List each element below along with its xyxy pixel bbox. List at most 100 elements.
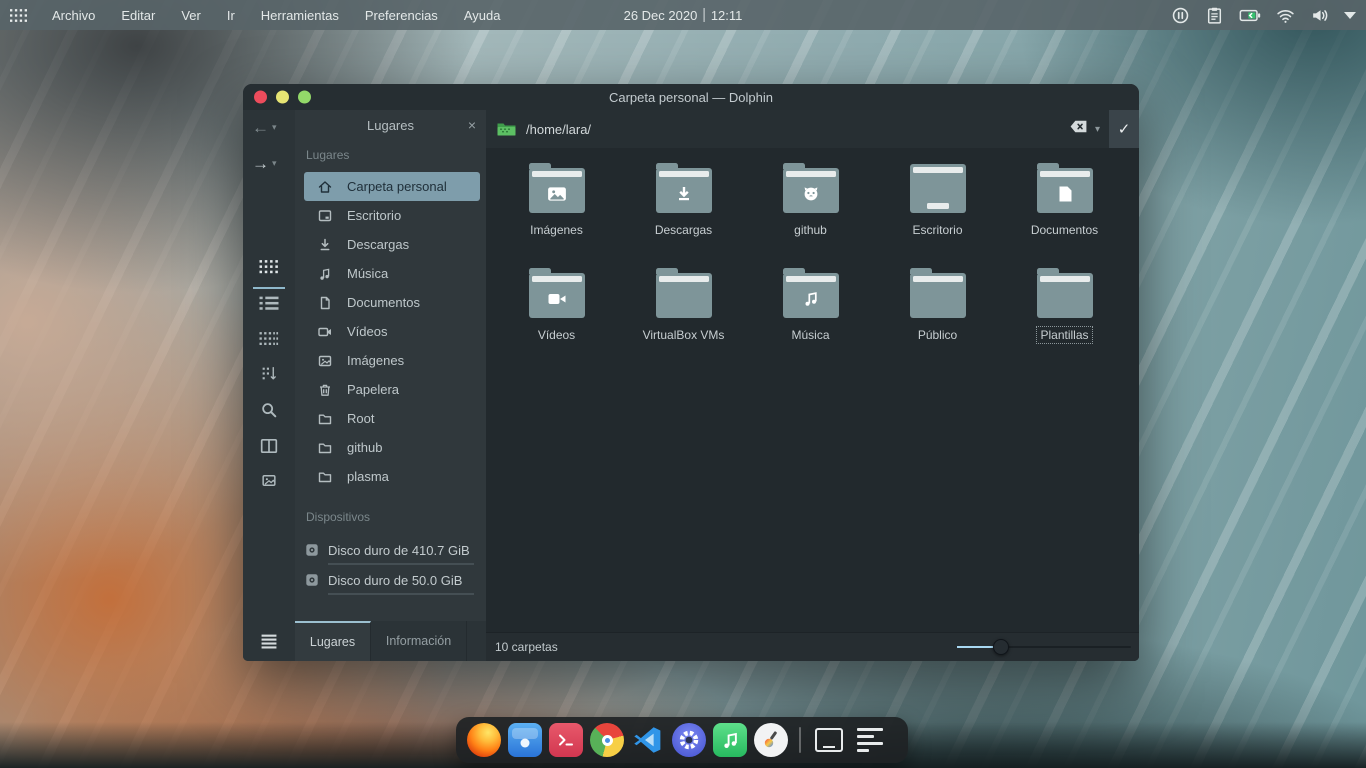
hard-drive-icon — [304, 572, 320, 588]
file-manager-icon[interactable] — [508, 723, 542, 757]
list-view-button[interactable] — [260, 296, 279, 311]
media-pause-icon[interactable] — [1171, 6, 1190, 25]
tab-informacion[interactable]: Información — [371, 621, 467, 661]
task-manager-icon[interactable] — [857, 728, 885, 752]
menu-herramientas[interactable]: Herramientas — [248, 0, 352, 30]
place-root[interactable]: Root — [304, 404, 480, 433]
place-label: Escritorio — [347, 208, 401, 223]
accept-location-button[interactable]: ✓ — [1109, 110, 1139, 148]
location-bar-controls: ▾ ✓ — [1069, 110, 1139, 148]
menu-archivo[interactable]: Archivo — [39, 0, 108, 30]
music-player-icon[interactable] — [713, 723, 747, 757]
split-view-button[interactable] — [260, 437, 278, 455]
location-dropdown-icon[interactable]: ▾ — [1095, 124, 1100, 135]
folder-descargas[interactable]: Descargas — [620, 162, 747, 237]
battery-icon[interactable] — [1239, 8, 1261, 23]
place-label: Descargas — [347, 237, 409, 252]
home-folder-icon — [497, 122, 516, 137]
volume-icon[interactable] — [1310, 7, 1329, 24]
location-bar[interactable]: /home/lara/ ▾ ✓ — [486, 110, 1139, 148]
menu-preferencias[interactable]: Preferencias — [352, 0, 451, 30]
folder-plantillas[interactable]: Plantillas — [1001, 267, 1128, 342]
place-plasma[interactable]: plasma — [304, 462, 480, 491]
place-label: Música — [347, 266, 388, 281]
status-text: 10 carpetas — [495, 640, 558, 654]
menu-ayuda[interactable]: Ayuda — [451, 0, 514, 30]
places-panel-header[interactable]: Lugares × — [295, 110, 486, 140]
place-descargas[interactable]: Descargas — [304, 230, 480, 259]
system-settings-icon[interactable] — [672, 723, 706, 757]
folder-virtualbox-vms[interactable]: VirtualBox VMs — [620, 267, 747, 342]
folder-imagenes[interactable]: Imágenes — [493, 162, 620, 237]
folder-escritorio[interactable]: Escritorio — [874, 162, 1001, 237]
place-escritorio[interactable]: Escritorio — [304, 201, 480, 230]
menu-editar[interactable]: Editar — [108, 0, 168, 30]
folder-documentos[interactable]: Documentos — [1001, 162, 1128, 237]
clear-location-icon[interactable] — [1069, 119, 1088, 139]
device-disk-2[interactable]: Disco duro de 50.0 GiB — [304, 568, 474, 592]
system-tray — [1171, 0, 1356, 30]
folder-label: Vídeos — [538, 328, 575, 342]
place-carpeta-personal[interactable]: Carpeta personal — [304, 172, 480, 201]
place-imagenes[interactable]: Imágenes — [304, 346, 480, 375]
wifi-icon[interactable] — [1276, 7, 1295, 24]
maximize-window-button[interactable] — [298, 91, 311, 104]
clipboard-icon[interactable] — [1205, 6, 1224, 25]
minimize-window-button[interactable] — [276, 91, 289, 104]
menu-ir[interactable]: Ir — [214, 0, 248, 30]
forward-history-caret-icon[interactable]: ▾ — [272, 158, 277, 169]
place-videos[interactable]: Vídeos — [304, 317, 480, 346]
window-titlebar[interactable]: Carpeta personal — Dolphin — [243, 84, 1139, 110]
show-desktop-icon[interactable] — [815, 728, 843, 752]
place-musica[interactable]: Música — [304, 259, 480, 288]
close-panel-icon[interactable]: × — [468, 117, 476, 133]
folder-view[interactable]: Imágenes Descargas github — [486, 148, 1139, 632]
icons-view-button[interactable] — [260, 260, 279, 275]
firefox-icon[interactable] — [467, 723, 501, 757]
folder-musica[interactable]: Música — [747, 267, 874, 342]
window-title: Carpeta personal — Dolphin — [609, 90, 773, 105]
device-disk-1[interactable]: Disco duro de 410.7 GiB — [304, 538, 474, 562]
hard-drive-icon — [304, 542, 320, 558]
zoom-slider[interactable] — [957, 638, 1131, 656]
back-history-caret-icon[interactable]: ▾ — [272, 122, 277, 133]
clock-date: 26 Dec 2020 — [624, 8, 698, 23]
chrome-icon[interactable] — [590, 723, 624, 757]
devices-section-label: Dispositivos — [306, 510, 370, 524]
menu-ver[interactable]: Ver — [168, 0, 214, 30]
folder-label: Plantillas — [1038, 328, 1090, 342]
folder-label: Escritorio — [912, 223, 962, 237]
paint-app-icon[interactable] — [754, 723, 788, 757]
window-controls — [254, 91, 311, 104]
tab-lugares[interactable]: Lugares — [295, 621, 371, 661]
folder-videos[interactable]: Vídeos — [493, 267, 620, 342]
video-emblem-icon — [547, 291, 567, 307]
preview-button[interactable] — [261, 472, 278, 489]
sort-button[interactable] — [261, 365, 278, 382]
search-icon[interactable] — [260, 401, 278, 419]
forward-button[interactable]: → ▾ — [252, 155, 277, 172]
document-emblem-icon — [1057, 185, 1072, 203]
zoom-slider-handle[interactable] — [993, 639, 1009, 655]
place-github[interactable]: github — [304, 433, 480, 462]
location-path[interactable]: /home/lara/ — [526, 122, 591, 137]
places-list: Carpeta personal Escritorio Descargas Mú… — [295, 172, 486, 491]
vscode-icon[interactable] — [631, 723, 665, 757]
place-label: Papelera — [347, 382, 399, 397]
folder-github[interactable]: github — [747, 162, 874, 237]
place-documentos[interactable]: Documentos — [304, 288, 480, 317]
back-button[interactable]: ← ▾ — [252, 119, 277, 136]
place-papelera[interactable]: Papelera — [304, 375, 480, 404]
expand-tray-icon[interactable] — [1344, 12, 1356, 19]
clock[interactable]: 26 Dec 2020 12:11 — [624, 8, 743, 23]
status-bar: 10 carpetas — [486, 632, 1139, 661]
place-label: Documentos — [347, 295, 420, 310]
compact-view-button[interactable] — [260, 332, 279, 347]
hamburger-menu-icon[interactable] — [261, 634, 278, 649]
terminal-icon[interactable] — [549, 723, 583, 757]
disk-usage-bar — [328, 593, 474, 595]
app-launcher-icon[interactable] — [10, 9, 27, 22]
place-label: Root — [347, 411, 374, 426]
close-window-button[interactable] — [254, 91, 267, 104]
folder-publico[interactable]: Público — [874, 267, 1001, 342]
